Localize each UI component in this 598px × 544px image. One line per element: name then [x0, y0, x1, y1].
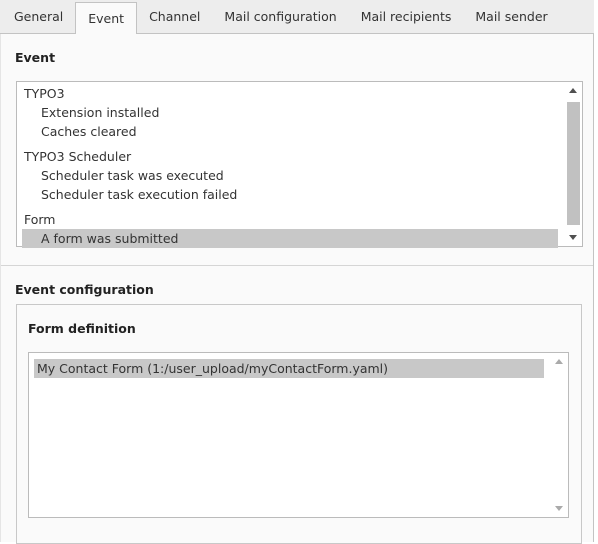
tab-mail-recipients[interactable]: Mail recipients [349, 0, 464, 34]
scroll-down-icon[interactable] [569, 235, 577, 240]
scroll-down-icon[interactable] [555, 506, 563, 511]
event-option[interactable]: Extension installed [22, 103, 558, 122]
tab-general[interactable]: General [2, 0, 75, 34]
event-heading: Event [15, 50, 56, 65]
event-configuration-heading: Event configuration [15, 282, 154, 297]
scrollbar[interactable] [551, 353, 568, 517]
tab-panel-event: Event TYPO3 Extension installed Caches cle… [0, 34, 594, 544]
scroll-up-icon[interactable] [569, 88, 577, 93]
section-divider [1, 265, 593, 266]
scrollbar-thumb[interactable] [567, 102, 580, 225]
event-option[interactable]: Caches cleared [22, 122, 558, 141]
optgroup-label: TYPO3 [24, 86, 65, 101]
event-option[interactable]: Scheduler task was executed [22, 166, 558, 185]
form-definition-heading: Form definition [28, 321, 136, 336]
form-definition-select[interactable]: My Contact Form (1:/user_upload/myContac… [28, 352, 569, 518]
event-select[interactable]: TYPO3 Extension installed Caches cleared TY… [16, 81, 583, 248]
optgroup-label: Form [24, 212, 56, 227]
form-definition-fieldset: Form definition My Contact Form (1:/user… [16, 304, 582, 544]
form-definition-option[interactable]: My Contact Form (1:/user_upload/myContac… [34, 359, 544, 378]
optgroup-label: TYPO3 Scheduler [24, 149, 132, 164]
tab-event[interactable]: Event [75, 2, 138, 37]
scroll-up-icon[interactable] [555, 359, 563, 364]
event-option[interactable]: A form was submitted [22, 229, 558, 248]
tab-mail-sender[interactable]: Mail sender [463, 0, 559, 34]
tab-channel[interactable]: Channel [137, 0, 212, 34]
scrollbar[interactable] [565, 82, 582, 246]
tab-mail-configuration[interactable]: Mail configuration [212, 0, 348, 34]
event-option[interactable]: Scheduler task execution failed [22, 185, 558, 204]
tab-bar: General Event Channel Mail configuration… [0, 0, 594, 37]
